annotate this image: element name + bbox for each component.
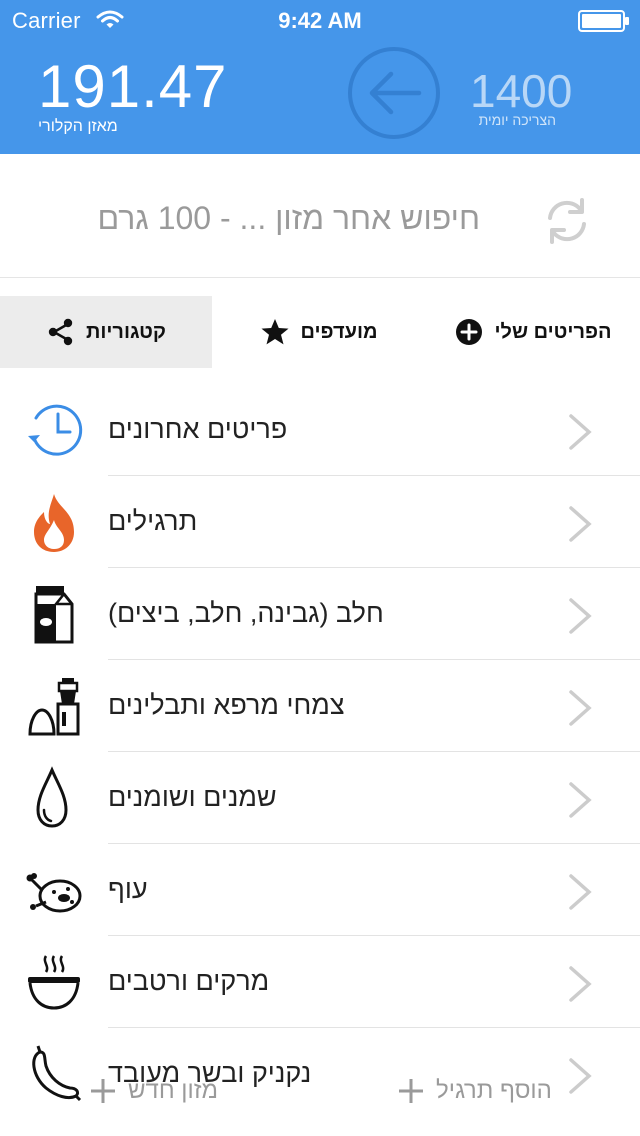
milk-carton-icon — [34, 586, 74, 644]
list-item-dairy[interactable]: חלב (גבינה, חלב, ביצים) — [0, 568, 640, 660]
list-item-label: תרגילים — [108, 506, 198, 536]
list-item-label: שמנים ושומנים — [108, 782, 277, 812]
tab-label-categories: קטגוריות — [86, 320, 166, 343]
daily-intake-label: הצריכה יומית — [478, 112, 556, 128]
list-item-poultry[interactable]: עוף — [0, 844, 640, 936]
calorie-balance-label: מאזן הקלורי — [38, 118, 118, 135]
status-bar: Carrier 9:42 AM — [0, 0, 640, 40]
status-time: 9:42 AM — [278, 8, 362, 33]
oil-drop-icon — [36, 766, 68, 828]
daily-intake-value: 1400 — [470, 65, 573, 117]
chevron-right-icon — [569, 966, 592, 1002]
tab-label-favorites: מועדפים — [300, 320, 378, 343]
category-tabs: קטגוריות מועדפים הפריטים שלי — [0, 296, 640, 368]
spice-grinder-icon — [28, 678, 80, 736]
list-item-exercises[interactable]: תרגילים — [0, 476, 640, 568]
chevron-right-icon — [569, 598, 592, 634]
plus-icon — [399, 1079, 423, 1103]
chevron-right-icon — [569, 690, 592, 726]
add-food-button[interactable]: מזון חדש — [88, 1068, 218, 1114]
add-exercise-button[interactable]: הוסף תרגיל — [396, 1068, 552, 1114]
battery-icon — [578, 10, 629, 32]
list-item-oils-fats[interactable]: שמנים ושומנים — [0, 752, 640, 844]
chevron-right-icon — [569, 506, 592, 542]
list-item-soups-sauces[interactable]: מרקים ורטבים — [0, 936, 640, 1028]
chevron-right-icon — [569, 782, 592, 818]
refresh-icon[interactable] — [540, 194, 594, 248]
calorie-header: Carrier 9:42 AM 191.47 מאזן הקלורי 1400 … — [0, 0, 640, 154]
list-item-recent-items[interactable]: פריטים אחרונים — [0, 384, 640, 476]
tab-label-my-items: הפריטים שלי — [494, 320, 612, 343]
list-item-herbs-spices[interactable]: צמחי מרפא ותבלינים — [0, 660, 640, 752]
roast-chicken-icon — [26, 873, 82, 913]
search-bar — [0, 154, 640, 278]
soup-bowl-icon — [28, 955, 80, 1010]
list-item-label: פריטים אחרונים — [108, 414, 288, 444]
chevron-right-icon — [569, 874, 592, 910]
star-icon — [261, 319, 289, 345]
plus-circle-icon — [456, 319, 483, 345]
list-item-label: חלב (גבינה, חלב, ביצים) — [108, 598, 384, 628]
plus-icon — [91, 1079, 115, 1103]
tab-categories[interactable]: קטגוריות — [0, 296, 212, 368]
flame-icon — [34, 494, 74, 552]
add-exercise-label: הוסף תרגיל — [436, 1077, 552, 1104]
tab-my-items[interactable]: הפריטים שלי — [426, 296, 640, 368]
list-item-label: צמחי מרפא ותבלינים — [108, 690, 345, 720]
tab-favorites[interactable]: מועדפים — [212, 296, 426, 368]
sausage-icon — [32, 1045, 82, 1102]
history-clock-icon — [28, 404, 83, 456]
chevron-right-icon — [569, 414, 592, 450]
food-search-input[interactable] — [50, 194, 480, 242]
list-item-label: עוף — [108, 874, 148, 904]
share-icon — [48, 318, 73, 346]
chevron-right-icon — [569, 1058, 592, 1094]
back-arrow-icon[interactable] — [347, 46, 441, 140]
calorie-balance-value: 191.47 — [38, 53, 228, 120]
add-food-label: מזון חדש — [128, 1077, 218, 1104]
list-item-label: מרקים ורטבים — [108, 966, 270, 996]
